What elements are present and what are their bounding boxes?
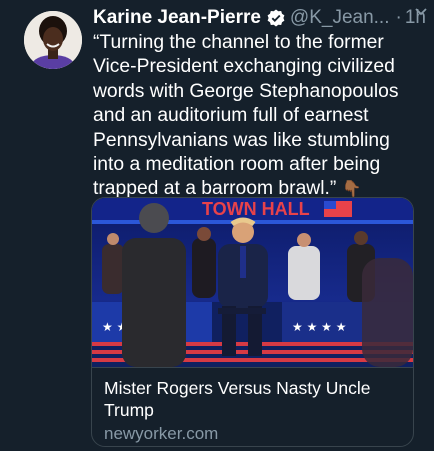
chevron-down-icon[interactable] [414, 4, 428, 18]
tweet[interactable]: Karine Jean-Pierre @K_Jean... · 1h “Turn… [0, 0, 434, 451]
tweet-text-body: “Turning the channel to the former Vice-… [93, 32, 404, 200]
town-hall-banner-text: TOWN HALL [202, 199, 310, 219]
link-card[interactable]: TOWN HALL ★ ★ ★ ★ ★ ★ ★ Mister Rogers Ve… [91, 197, 414, 447]
verified-badge-icon [266, 8, 286, 28]
link-card-meta[interactable]: Mister Rogers Versus Nasty Uncle Trump n… [92, 367, 413, 446]
author-handle[interactable]: @K_Jean... [290, 5, 390, 31]
link-card-domain: newyorker.com [104, 424, 219, 443]
tweet-text: “Turning the channel to the former Vice-… [93, 31, 423, 203]
link-card-image[interactable]: TOWN HALL ★ ★ ★ ★ ★ ★ ★ [92, 198, 413, 367]
author-avatar[interactable] [24, 11, 82, 69]
link-card-title[interactable]: Mister Rogers Versus Nasty Uncle Trump [104, 377, 401, 421]
separator-dot: · [395, 7, 402, 28]
svg-text:★ ★ ★ ★: ★ ★ ★ ★ [292, 320, 346, 334]
backhand-index-pointing-down-icon: 👇🏾 [341, 181, 362, 199]
author-display-name[interactable]: Karine Jean-Pierre [93, 5, 261, 31]
tweet-header: Karine Jean-Pierre @K_Jean... · 1h [93, 5, 426, 31]
